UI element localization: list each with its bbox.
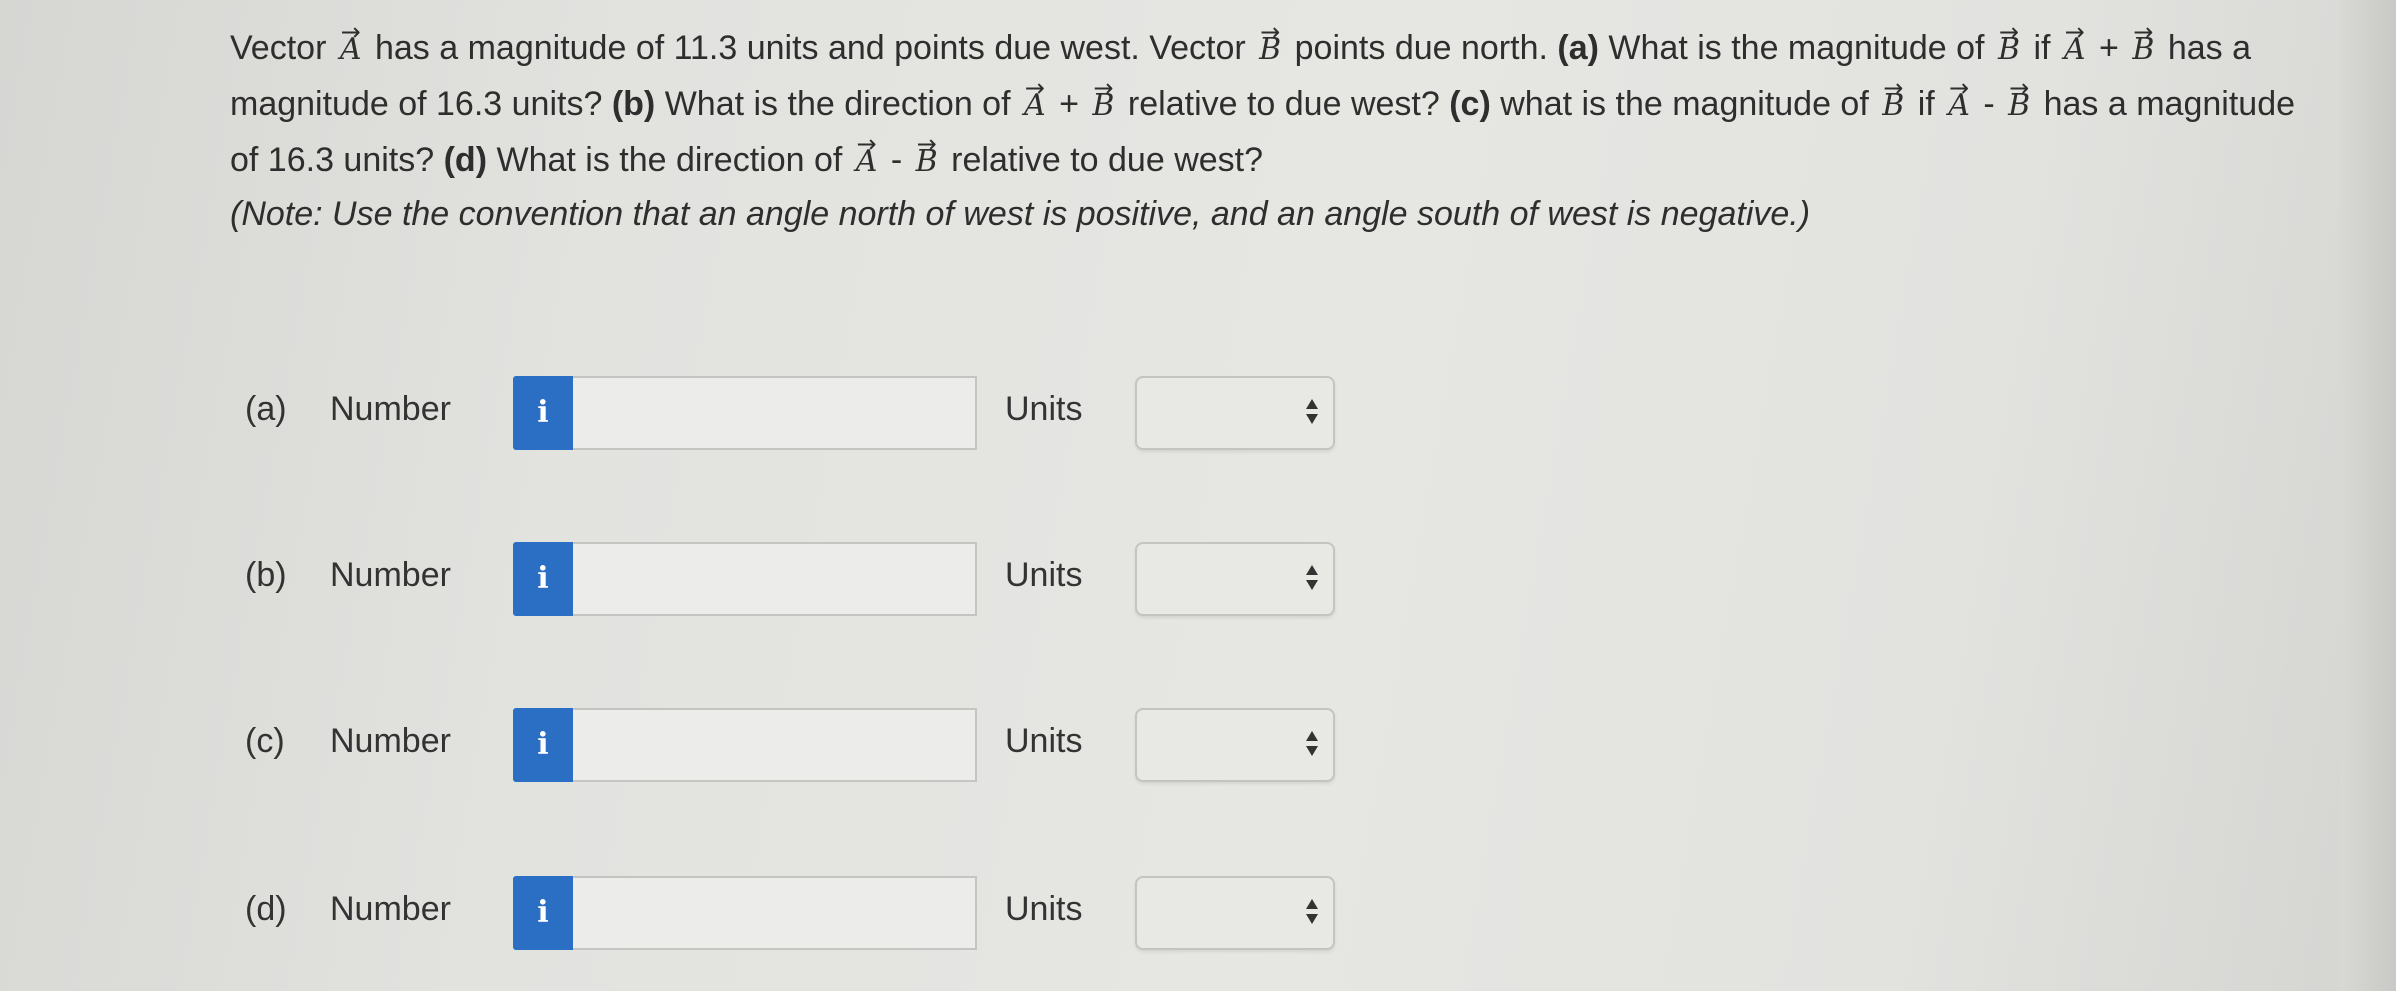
vector-a-symbol: A xyxy=(856,132,878,188)
vector-b-symbol: B xyxy=(1092,76,1114,132)
number-input-b[interactable] xyxy=(573,542,977,616)
number-label: Number xyxy=(330,390,451,428)
info-icon[interactable]: i xyxy=(513,708,573,782)
up-down-arrows-icon xyxy=(1305,396,1319,430)
answer-row-d: (d) Number i Units xyxy=(245,876,1445,950)
part-c-marker: (c) xyxy=(1449,85,1491,123)
units-label: Units xyxy=(1005,556,1083,594)
number-label: Number xyxy=(330,722,451,760)
units-label: Units xyxy=(1005,890,1083,928)
vector-b-symbol: B xyxy=(2008,76,2030,132)
answer-row-b: (b) Number i Units xyxy=(245,542,1445,616)
up-down-arrows-icon xyxy=(1305,896,1319,930)
units-select-b[interactable] xyxy=(1135,542,1335,616)
units-label: Units xyxy=(1005,722,1083,760)
page-edge xyxy=(2340,0,2396,991)
number-input-a[interactable] xyxy=(573,376,977,450)
number-label: Number xyxy=(330,556,451,594)
vector-a-symbol: A xyxy=(1948,76,1970,132)
number-label: Number xyxy=(330,890,451,928)
part-label: (d) xyxy=(245,890,287,928)
part-b-marker: (b) xyxy=(611,85,656,123)
info-icon[interactable]: i xyxy=(513,876,573,950)
up-down-arrows-icon xyxy=(1305,562,1319,596)
vector-a-symbol: A xyxy=(340,20,362,76)
question-text: Vector A has a magnitude of 11.3 units a… xyxy=(230,20,2310,240)
note-text: (Note: Use the convention that an angle … xyxy=(230,195,1811,233)
part-label: (c) xyxy=(245,722,285,760)
answer-row-a: (a) Number i Units xyxy=(245,376,1445,450)
answer-row-c: (c) Number i Units xyxy=(245,708,1445,782)
vector-b-symbol: B xyxy=(1882,76,1904,132)
units-select-d[interactable] xyxy=(1135,876,1335,950)
part-label: (b) xyxy=(245,556,287,594)
number-input-d[interactable] xyxy=(573,876,977,950)
info-icon[interactable]: i xyxy=(513,376,573,450)
up-down-arrows-icon xyxy=(1305,728,1319,762)
units-select-c[interactable] xyxy=(1135,708,1335,782)
vector-b-symbol: B xyxy=(2132,20,2154,76)
info-icon[interactable]: i xyxy=(513,542,573,616)
units-label: Units xyxy=(1005,390,1083,428)
vector-b-symbol: B xyxy=(916,132,938,188)
part-label: (a) xyxy=(245,390,287,428)
number-input-c[interactable] xyxy=(573,708,977,782)
vector-b-symbol: B xyxy=(1259,20,1281,76)
part-d-marker: (d) xyxy=(443,141,488,179)
part-a-marker: (a) xyxy=(1557,29,1599,67)
vector-a-symbol: A xyxy=(1024,76,1046,132)
units-select-a[interactable] xyxy=(1135,376,1335,450)
vector-a-symbol: A xyxy=(2064,20,2086,76)
